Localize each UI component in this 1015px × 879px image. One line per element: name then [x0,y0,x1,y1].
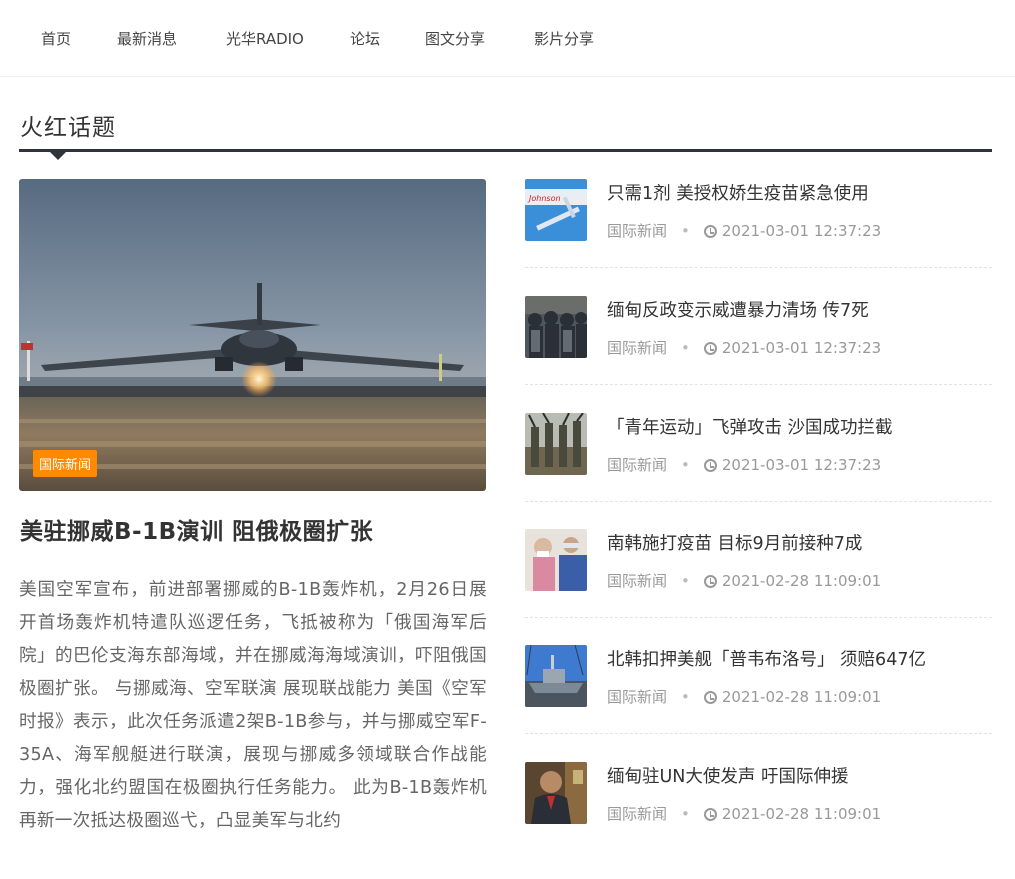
section-caret-icon [50,152,66,160]
nav-latest-news[interactable]: 最新消息 [117,28,177,49]
clock-icon [703,808,717,821]
nav-forum[interactable]: 论坛 [350,28,380,49]
news-meta: 国际新闻 • 2021-02-28 11:09:01 [607,803,881,824]
clock-icon [703,225,717,238]
meta-separator: • [681,456,690,474]
meta-separator: • [681,688,690,706]
clock-icon [703,691,717,704]
news-time: 2021-03-01 12:37:23 [721,222,882,240]
meta-separator: • [681,805,690,823]
meta-separator: • [681,572,690,590]
hero-title[interactable]: 美驻挪威B-1B演训 阻俄极圈扩张 [20,512,373,546]
nav-home[interactable]: 首页 [41,28,71,49]
ship-icon [525,645,587,707]
news-title[interactable]: 「青年运动」飞弹攻击 沙国成功拦截 [607,414,893,439]
clock-icon [703,575,717,588]
item-divider [525,384,992,385]
news-category[interactable]: 国际新闻 [607,456,667,474]
meta-separator: • [681,339,690,357]
top-nav: 首页 最新消息 光华RADIO 论坛 图文分享 影片分享 [0,0,1015,77]
news-category[interactable]: 国际新闻 [607,688,667,706]
news-title[interactable]: 只需1剂 美授权娇生疫苗紧急使用 [607,180,869,205]
ambassador-icon [525,762,587,824]
news-meta: 国际新闻 • 2021-02-28 11:09:01 [607,570,881,591]
news-title[interactable]: 北韩扣押美舰「普韦布洛号」 须赔647亿 [607,646,926,671]
news-meta: 国际新闻 • 2021-03-01 12:37:23 [607,337,881,358]
news-time: 2021-02-28 11:09:01 [721,572,882,590]
news-title[interactable]: 南韩施打疫苗 目标9月前接种7成 [607,530,862,555]
hero-image[interactable]: 国际新闻 [19,179,486,491]
svg-text:Johnson: Johnson [527,194,561,203]
news-item[interactable]: 「青年运动」飞弹攻击 沙国成功拦截 国际新闻 • 2021-03-01 12:37:… [525,413,992,530]
news-item[interactable]: 南韩施打疫苗 目标9月前接种7成 国际新闻 • 2021-02-28 11:09:0… [525,529,992,646]
news-category[interactable]: 国际新闻 [607,339,667,357]
news-time: 2021-02-28 11:09:01 [721,688,882,706]
nav-radio[interactable]: 光华RADIO [226,28,304,49]
news-title[interactable]: 缅甸驻UN大使发声 吁国际伸援 [607,763,848,788]
riot-police-icon [525,296,587,358]
nav-video-share[interactable]: 影片分享 [534,28,594,49]
news-category[interactable]: 国际新闻 [607,805,667,823]
nav-photo-share[interactable]: 图文分享 [425,28,485,49]
item-divider [525,733,992,734]
news-item[interactable]: 缅甸驻UN大使发声 吁国际伸援 国际新闻 • 2021-02-28 11:09:01 [525,762,992,879]
clock-icon [703,342,717,355]
news-item[interactable]: 北韩扣押美舰「普韦布洛号」 须赔647亿 国际新闻 • 2021-02-28 11:… [525,645,992,762]
news-meta: 国际新闻 • 2021-03-01 12:37:23 [607,220,881,241]
section-divider [19,149,992,152]
news-meta: 国际新闻 • 2021-03-01 12:37:23 [607,454,881,475]
news-title[interactable]: 缅甸反政变示威遭暴力清场 传7死 [607,297,869,322]
news-category[interactable]: 国际新闻 [607,572,667,590]
militants-icon [525,413,587,475]
hero-excerpt: 美国空军宣布，前进部署挪威的B-1B轰炸机，2月26日展开首场轰炸机特遣队巡逻任… [19,580,487,831]
news-item[interactable]: 缅甸反政变示威遭暴力清场 传7死 国际新闻 • 2021-03-01 12:37:2… [525,296,992,413]
vaccination-icon [525,529,587,591]
news-time: 2021-02-28 11:09:01 [721,805,882,823]
meta-separator: • [681,222,690,240]
item-divider [525,617,992,618]
news-category[interactable]: 国际新闻 [607,222,667,240]
news-time: 2021-03-01 12:37:23 [721,456,882,474]
news-item[interactable]: Johnson 只需1剂 美授权娇生疫苗紧急使用 国际新闻 • 2021-03-01… [525,179,992,296]
item-divider [525,267,992,268]
item-divider [525,501,992,502]
hero-category-badge[interactable]: 国际新闻 [33,450,98,477]
bomber-aircraft-photo [19,179,486,491]
section-title: 火红话题 [20,115,116,141]
news-time: 2021-03-01 12:37:23 [721,339,882,357]
vaccine-syringe-icon: Johnson [525,179,587,241]
news-meta: 国际新闻 • 2021-02-28 11:09:01 [607,686,881,707]
clock-icon [703,459,717,472]
